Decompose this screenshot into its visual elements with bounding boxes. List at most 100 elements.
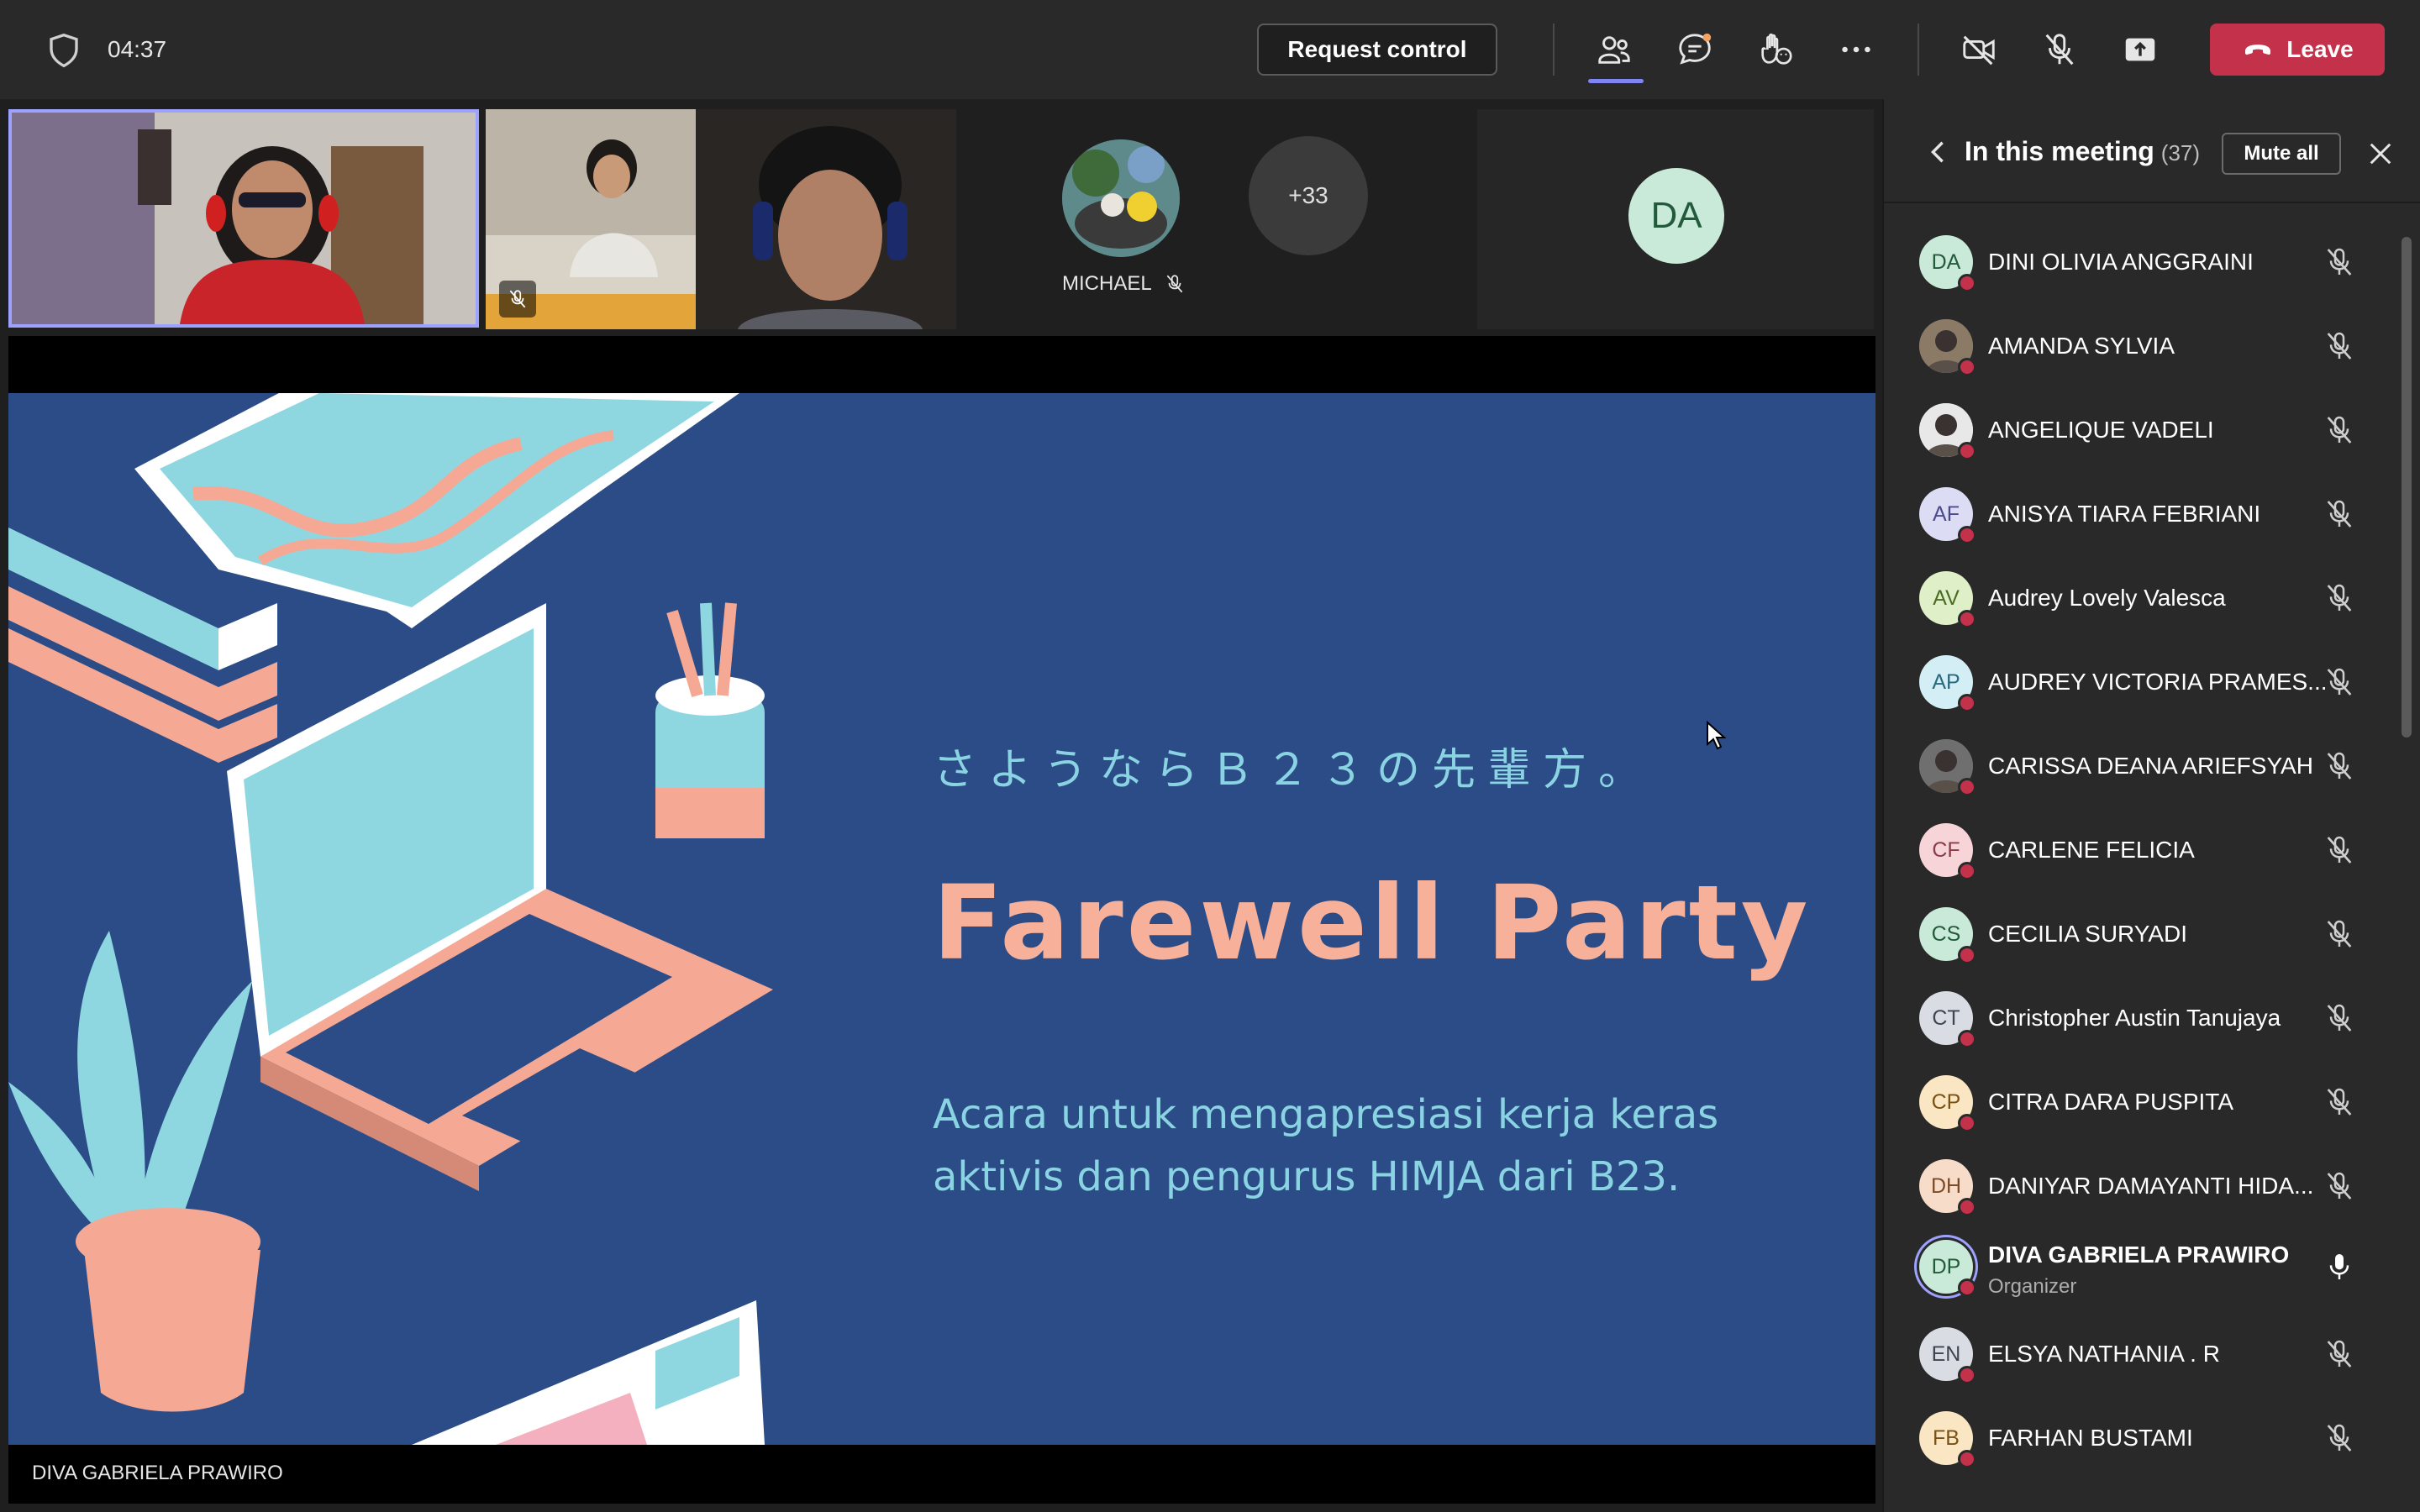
toolbar-divider — [1918, 24, 1919, 76]
presenter-bar: DIVA GABRIELA PRAWIRO — [8, 1446, 1876, 1504]
participant-name: DINI OLIVIA ANGGRAINI — [1988, 249, 2254, 275]
presenter-name: DIVA GABRIELA PRAWIRO — [32, 1462, 283, 1484]
participant-name: FARHAN BUSTAMI — [1988, 1425, 2193, 1451]
leave-button[interactable]: Leave — [2210, 24, 2385, 76]
participant-name: ANISYA TIARA FEBRIANI — [1988, 501, 2261, 527]
shared-screen: さようならＢ２３の先輩方。 Farewell Party Acara untuk… — [8, 336, 1876, 1475]
participant-row[interactable]: AF ANISYA TIARA FEBRIANI — [1884, 472, 2405, 556]
meeting-timer: 04:37 — [108, 36, 167, 62]
mic-off-icon[interactable] — [2323, 1085, 2356, 1119]
request-control-button[interactable]: Request control — [1257, 24, 1497, 76]
toolbar-divider — [1553, 24, 1555, 76]
presence-status-badge — [1958, 442, 1976, 460]
participant-name: Christopher Austin Tanujaya — [1988, 1005, 2281, 1031]
mic-off-icon[interactable] — [2323, 1337, 2356, 1371]
shield-icon[interactable] — [47, 32, 81, 69]
slide-illustration — [8, 393, 773, 1445]
participant-name: Audrey Lovely Valesca — [1988, 585, 2226, 611]
participant-row[interactable]: EN ELSYA NATHANIA . R — [1884, 1312, 2405, 1396]
mic-off-icon[interactable] — [2323, 329, 2356, 363]
participants-panel: In this meeting (37) Mute all DA DINI OLIV… — [1882, 99, 2420, 1512]
mic-off-icon[interactable] — [2323, 1421, 2356, 1455]
people-active-indicator — [1588, 79, 1644, 83]
participant-name: ELSYA NATHANIA . R — [1988, 1341, 2220, 1367]
close-icon[interactable] — [2368, 141, 2393, 166]
camera-off-icon[interactable] — [1960, 30, 1998, 69]
da-avatar: DA — [1628, 168, 1724, 264]
people-icon[interactable] — [1595, 30, 1634, 69]
participant-name: CECILIA SURYADI — [1988, 921, 2188, 947]
back-chevron-icon[interactable] — [1926, 139, 1949, 165]
participant-name: CARISSA DEANA ARIEFSYAH — [1988, 753, 2313, 779]
participant-row[interactable]: AP AUDREY VICTORIA PRAMES... — [1884, 640, 2405, 724]
hang-up-icon — [2245, 45, 2271, 55]
participant-row[interactable]: CS CECILIA SURYADI — [1884, 892, 2405, 976]
presence-status-badge — [1958, 862, 1976, 880]
mouse-cursor-icon — [1707, 721, 1727, 750]
participant-row[interactable]: AV Audrey Lovely Valesca — [1884, 556, 2405, 640]
mic-off-icon — [1166, 275, 1183, 293]
presentation-slide: さようならＢ２３の先輩方。 Farewell Party Acara untuk… — [8, 393, 1876, 1445]
mic-off-icon[interactable] — [2323, 833, 2356, 867]
overflow-participants-button[interactable]: +33 — [1249, 136, 1368, 255]
participant-name: DANIYAR DAMAYANTI HIDA... — [1988, 1173, 2314, 1199]
mic-off-icon[interactable] — [2323, 245, 2356, 279]
mic-off-icon[interactable] — [2323, 917, 2356, 951]
mic-off-icon[interactable] — [2323, 497, 2356, 531]
panel-title-text: In this meeting — [1965, 136, 2154, 166]
participant-row[interactable]: CP CITRA DARA PUSPITA — [1884, 1060, 2405, 1144]
participant-role: Organizer — [1988, 1275, 2077, 1298]
presence-status-badge — [1958, 1450, 1976, 1468]
chat-icon[interactable] — [1676, 30, 1714, 69]
participant-row[interactable]: FB FARHAN BUSTAMI — [1884, 1396, 2405, 1480]
leave-label: Leave — [2286, 36, 2354, 62]
slide-title: Farewell Party — [933, 864, 1812, 983]
slide-japanese-heading: さようならＢ２３の先輩方。 — [933, 745, 1655, 795]
presence-status-badge — [1958, 1278, 1976, 1297]
michael-avatar[interactable] — [1062, 139, 1180, 257]
mic-off-icon[interactable] — [2323, 1169, 2356, 1203]
reactions-icon[interactable] — [1756, 30, 1795, 69]
participant-row[interactable]: DA DINI OLIVIA ANGGRAINI — [1884, 220, 2405, 304]
participant-row[interactable]: AMANDA SYLVIA — [1884, 304, 2405, 388]
participant-name: ANGELIQUE VADELI — [1988, 417, 2214, 443]
mute-all-button[interactable]: Mute all — [2222, 133, 2341, 175]
presence-status-badge — [1958, 778, 1976, 796]
video-tile-participant-2[interactable] — [486, 109, 956, 329]
mic-icon[interactable] — [2323, 1250, 2356, 1284]
participant-video-feed — [12, 113, 476, 324]
mic-off-icon[interactable] — [2040, 30, 2079, 69]
panel-title: In this meeting (37) — [1965, 136, 2200, 167]
muted-badge — [499, 281, 536, 318]
participant-video-feed — [486, 109, 956, 329]
slide-subtitle-line: Acara untuk mengapresiasi kerja keras — [933, 1091, 1719, 1138]
participant-row[interactable]: DH DANIYAR DAMAYANTI HIDA... — [1884, 1144, 2405, 1228]
share-screen-icon[interactable] — [2121, 30, 2160, 69]
presence-status-badge — [1958, 1198, 1976, 1216]
presence-status-badge — [1958, 274, 1976, 292]
presence-status-badge — [1958, 946, 1976, 964]
mic-off-icon[interactable] — [2323, 665, 2356, 699]
presence-status-badge — [1958, 1366, 1976, 1384]
participant-row[interactable]: CT Christopher Austin Tanujaya — [1884, 976, 2405, 1060]
avatar-image — [1062, 139, 1180, 257]
mic-off-icon[interactable] — [2323, 1001, 2356, 1035]
video-tile-da[interactable]: DA — [1477, 109, 1874, 329]
participant-row[interactable]: CARISSA DEANA ARIEFSYAH — [1884, 724, 2405, 808]
presence-status-badge — [1958, 526, 1976, 544]
presence-status-badge — [1958, 1114, 1976, 1132]
slide-subtitle: Acara untuk mengapresiasi kerja keras ak… — [933, 1084, 1773, 1208]
video-tile-participant-1[interactable] — [8, 109, 479, 328]
mic-off-icon[interactable] — [2323, 749, 2356, 783]
participant-name: CARLENE FELICIA — [1988, 837, 2195, 863]
slide-subtitle-line: aktivis dan pengurus HIMJA dari B23. — [933, 1153, 1681, 1200]
mic-off-icon[interactable] — [2323, 413, 2356, 447]
mic-off-icon[interactable] — [2323, 581, 2356, 615]
more-options-icon[interactable] — [1837, 30, 1876, 69]
participant-name: CITRA DARA PUSPITA — [1988, 1089, 2233, 1115]
presence-status-badge — [1958, 694, 1976, 712]
participant-row[interactable]: ANGELIQUE VADELI — [1884, 388, 2405, 472]
participant-name: AUDREY VICTORIA PRAMES... — [1988, 669, 2328, 695]
participant-row[interactable]: CF CARLENE FELICIA — [1884, 808, 2405, 892]
participant-row[interactable]: DP DIVA GABRIELA PRAWIRO Organizer — [1884, 1225, 2405, 1309]
